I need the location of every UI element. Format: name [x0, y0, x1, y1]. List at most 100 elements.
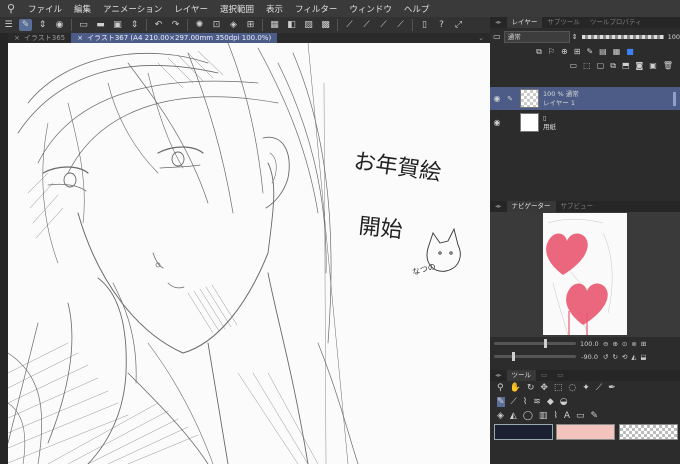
layer-row[interactable]: ◉ ✎ 100 % 通常 レイヤー 1 — [490, 87, 680, 110]
flip-vertical-icon[interactable]: ⬓ — [640, 353, 646, 361]
collapse-icon[interactable]: ◂▸ — [490, 201, 507, 212]
close-icon[interactable]: × — [14, 34, 20, 42]
select-tool-icon[interactable]: ⬚ — [554, 383, 563, 393]
zoom-out-icon[interactable]: ⊖ — [603, 340, 608, 348]
menu-view[interactable]: 表示 — [260, 3, 289, 15]
line-tool-icon[interactable]: ⟋ — [343, 19, 356, 31]
fill-tool-icon[interactable]: ◈ — [497, 411, 504, 421]
close-icon[interactable]: × — [77, 34, 83, 42]
correct-line-tool-icon[interactable]: ✎ — [591, 411, 599, 421]
gradient-tool-icon[interactable]: ◭ — [510, 411, 517, 421]
menu-edit[interactable]: 編集 — [68, 3, 97, 15]
rotation-slider-knob[interactable] — [512, 352, 515, 361]
new-file-icon[interactable]: ▭ — [77, 19, 90, 31]
collapse-icon[interactable]: ◂▸ — [490, 17, 507, 28]
navigator-preview[interactable] — [543, 213, 627, 335]
menu-window[interactable]: ウィンドウ — [343, 3, 398, 15]
main-color-swatch[interactable] — [494, 424, 553, 440]
layer-color-icon[interactable]: ■ — [626, 47, 634, 56]
magic-wand-icon[interactable]: ✦ — [582, 383, 590, 393]
copy-layer-icon[interactable]: ⧉ — [610, 61, 616, 71]
rotate-left-icon[interactable]: ↺ — [603, 353, 608, 361]
tab-tool-property[interactable]: ツールプロパティ — [585, 17, 647, 28]
layer-row[interactable]: ◉ ▯ 用紙 — [490, 111, 680, 134]
eyedropper-icon[interactable]: ⟋ — [596, 383, 602, 393]
menu-selection[interactable]: 選択範囲 — [214, 3, 260, 15]
opacity-slider[interactable] — [581, 34, 665, 39]
draft-icon[interactable]: ✎ — [586, 47, 593, 56]
lasso-icon[interactable]: ✺ — [193, 19, 206, 31]
clip-icon[interactable]: ⧉ — [536, 47, 542, 57]
open-folder-icon[interactable]: ▬ — [94, 19, 107, 31]
tab-subview[interactable]: サブビュー — [556, 201, 599, 212]
pen-tool-icon[interactable]: ✒ — [608, 383, 616, 393]
drawing-canvas[interactable]: お年賀絵 開始 なつの — [8, 43, 490, 464]
phone-icon[interactable]: ▯ — [418, 19, 431, 31]
text-tool-icon[interactable]: A — [564, 411, 570, 421]
move-tool-icon[interactable]: ✥ — [540, 383, 548, 393]
balloon-tool-icon[interactable]: ▭ — [576, 411, 585, 421]
app-logo-icon[interactable]: ⚲ — [0, 2, 22, 15]
pencil-tool-icon[interactable]: ✎ — [497, 396, 505, 407]
new-folder-icon[interactable]: ▢ — [597, 61, 605, 70]
collapse-icon[interactable]: ◂▸ — [490, 370, 507, 381]
menu-filter[interactable]: フィルター — [289, 3, 343, 15]
rotation-value[interactable]: -90.0 — [580, 353, 598, 361]
lock-alpha-icon[interactable]: ⊞ — [574, 47, 581, 56]
hand-tool-icon[interactable]: ✋ — [510, 383, 521, 393]
sub-color-swatch[interactable] — [556, 424, 615, 440]
undo-icon[interactable]: ↶ — [152, 19, 165, 31]
reset-rotation-icon[interactable]: ⟲ — [622, 353, 627, 361]
ruler-tool-icon[interactable]: ⌇ — [553, 411, 557, 421]
layer-name[interactable]: レイヤー 1 — [543, 99, 575, 107]
transparent-color-swatch[interactable] — [619, 424, 678, 440]
fit-window-icon[interactable]: ⊞ — [641, 340, 646, 348]
mask-icon[interactable]: ▩ — [319, 19, 332, 31]
zoom-slider-knob[interactable] — [544, 339, 547, 348]
new-raster-layer-icon[interactable]: ▭ — [570, 61, 578, 70]
record-icon[interactable]: ◉ — [53, 19, 66, 31]
figure-tool-icon[interactable]: ◯ — [523, 411, 533, 421]
actual-size-icon[interactable]: ⊚ — [631, 340, 636, 348]
menu-layer[interactable]: レイヤー — [168, 3, 214, 15]
lock-icon[interactable]: ⊕ — [561, 47, 568, 56]
brush-tool-icon[interactable]: ⟋ — [511, 397, 517, 407]
updown-arrow-icon[interactable]: ⇕ — [128, 19, 141, 31]
tab-layer[interactable]: レイヤー — [506, 17, 543, 28]
curve-tool-icon[interactable]: ⟋ — [360, 19, 373, 31]
new-vector-layer-icon[interactable]: ⬚ — [583, 61, 591, 70]
tab-illust-367[interactable]: × イラスト367 (A4 210.00×297.00mm 350dpi 100.… — [71, 33, 278, 43]
grid-icon[interactable]: ▦ — [268, 19, 281, 31]
snap-icon[interactable]: ▨ — [302, 19, 315, 31]
merge-down-icon[interactable]: ⬒ — [622, 61, 630, 70]
eye-icon[interactable]: ◉ — [490, 94, 504, 103]
menu-file[interactable]: ファイル — [22, 3, 68, 15]
tab-illust-365[interactable]: × イラスト365 — [8, 33, 71, 43]
redo-icon[interactable]: ↷ — [169, 19, 182, 31]
save-icon[interactable]: ▣ — [111, 19, 124, 31]
rotation-slider[interactable] — [494, 352, 576, 361]
fill-icon[interactable]: ◈ — [227, 19, 240, 31]
hamburger-menu-icon[interactable]: ☰ — [2, 19, 15, 31]
transform-icon[interactable]: ⊞ — [244, 19, 257, 31]
zoom-in-icon[interactable]: ⊕ — [612, 340, 617, 348]
flip-horizontal-icon[interactable]: ◭ — [631, 353, 636, 361]
layer-mask-icon[interactable]: ◙ — [636, 61, 644, 70]
scroll-handle[interactable] — [673, 91, 676, 106]
mask-toggle-icon[interactable]: ▤ — [599, 47, 607, 56]
layer-name[interactable]: 用紙 — [543, 123, 556, 131]
eye-icon[interactable]: ◉ — [490, 118, 504, 127]
chevron-down-icon[interactable]: ⌄ — [472, 33, 490, 43]
apply-mask-icon[interactable]: ▣ — [649, 61, 657, 70]
ruler-icon[interactable]: ◧ — [285, 19, 298, 31]
menu-help[interactable]: ヘルプ — [398, 3, 436, 15]
eraser-tool-icon[interactable]: ◆ — [547, 397, 554, 407]
updown-arrow-icon[interactable]: ⇕ — [570, 33, 580, 41]
tab-panel-icon[interactable]: ▭ — [552, 370, 568, 381]
frame-tool-icon[interactable]: ▥ — [539, 411, 548, 421]
fullscreen-icon[interactable]: ⤢ — [452, 19, 465, 31]
opacity-value[interactable]: 100 — [666, 33, 680, 41]
zoom-tool-icon[interactable]: ⚲ — [497, 383, 504, 393]
tab-tool[interactable]: ツール — [506, 370, 537, 381]
menu-animation[interactable]: アニメーション — [97, 3, 168, 15]
